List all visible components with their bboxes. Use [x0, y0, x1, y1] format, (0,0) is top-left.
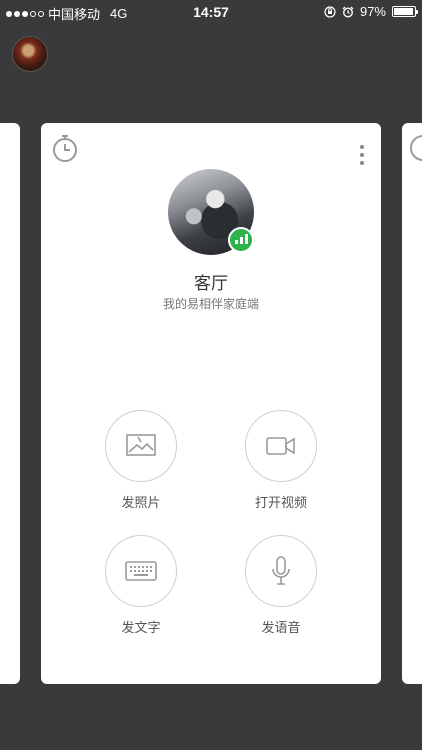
send-voice-label: 发语音	[261, 620, 301, 635]
open-video-circle[interactable]	[245, 410, 317, 482]
previous-device-card[interactable]	[0, 123, 20, 684]
alarm-icon	[342, 6, 354, 18]
send-text-circle[interactable]	[105, 535, 177, 607]
battery-icon	[392, 6, 418, 17]
device-subtitle: 我的易相伴家庭端	[162, 297, 259, 311]
status-bar: 中国移动 4G 14:57 97%	[0, 0, 422, 24]
send-voice-button[interactable]: 发语音	[226, 535, 336, 636]
send-text-button[interactable]: 发文字	[86, 535, 196, 636]
send-photo-label: 发照片	[121, 495, 161, 510]
status-right: 97%	[324, 4, 418, 19]
send-photo-circle[interactable]	[105, 410, 177, 482]
orientation-lock-icon	[324, 5, 336, 18]
battery-percent: 97%	[359, 4, 386, 19]
open-video-label: 打开视频	[254, 495, 307, 510]
microphone-icon	[272, 556, 290, 585]
send-text-label: 发文字	[121, 620, 161, 635]
device-card: 客厅 我的易相伴家庭端 发照片 打开视频 发文字 发语音	[41, 123, 381, 684]
photo-icon	[126, 434, 156, 456]
open-video-button[interactable]: 打开视频	[226, 410, 336, 511]
next-device-card[interactable]	[402, 123, 422, 684]
keyboard-icon	[125, 561, 157, 581]
send-photo-button[interactable]: 发照片	[86, 410, 196, 511]
online-status-icon	[228, 227, 254, 253]
send-voice-circle[interactable]	[245, 535, 317, 607]
more-options-icon[interactable]	[359, 145, 365, 165]
user-avatar[interactable]	[12, 36, 48, 72]
battery-fill	[394, 8, 414, 15]
video-camera-icon	[266, 437, 295, 455]
device-name: 客厅	[194, 274, 228, 293]
timer-icon	[410, 135, 422, 161]
timer-icon[interactable]	[51, 133, 79, 163]
